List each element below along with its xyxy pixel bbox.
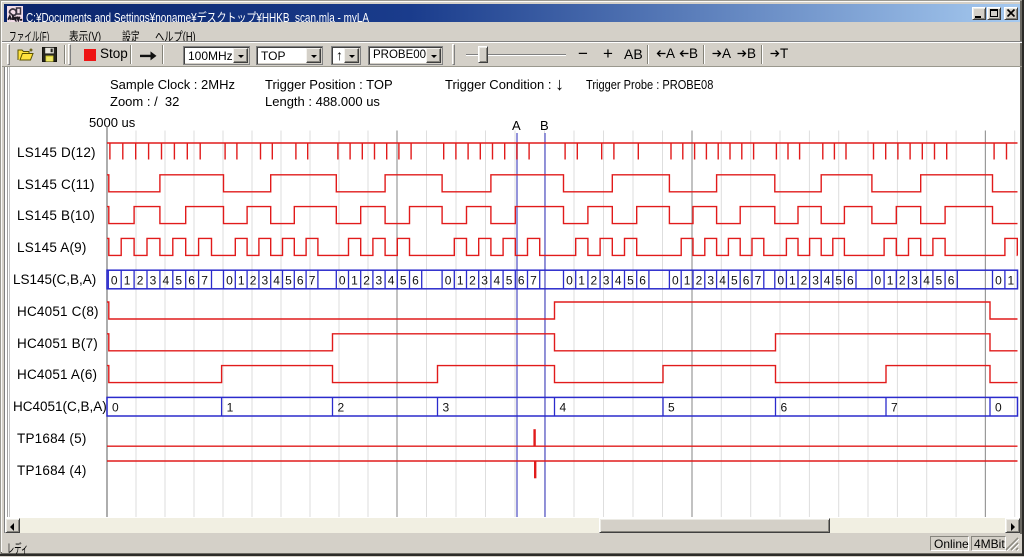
svg-text:5: 5: [835, 273, 842, 287]
svg-text:4: 4: [615, 273, 622, 287]
svg-text:2: 2: [469, 273, 476, 287]
svg-text:0: 0: [672, 273, 679, 287]
svg-text:6: 6: [297, 273, 304, 287]
svg-text:5: 5: [175, 273, 182, 287]
svg-text:2: 2: [591, 273, 598, 287]
svg-text:4: 4: [923, 273, 930, 287]
svg-text:0: 0: [995, 273, 1002, 287]
svg-text:3: 3: [443, 401, 450, 415]
svg-text:1: 1: [457, 273, 464, 287]
svg-text:3: 3: [376, 273, 383, 287]
svg-text:4: 4: [163, 273, 170, 287]
svg-text:7: 7: [755, 273, 762, 287]
svg-text:3: 3: [481, 273, 488, 287]
svg-text:1: 1: [789, 273, 796, 287]
svg-text:4: 4: [560, 401, 567, 415]
svg-text:4: 4: [824, 273, 831, 287]
svg-text:6: 6: [847, 273, 854, 287]
svg-text:3: 3: [150, 273, 157, 287]
svg-text:7: 7: [530, 273, 537, 287]
svg-text:5: 5: [506, 273, 513, 287]
svg-text:3: 3: [603, 273, 610, 287]
svg-text:3: 3: [262, 273, 269, 287]
svg-text:6: 6: [518, 273, 525, 287]
svg-text:5: 5: [936, 273, 943, 287]
svg-text:0: 0: [339, 273, 346, 287]
svg-text:6: 6: [948, 273, 955, 287]
svg-text:5: 5: [627, 273, 634, 287]
svg-text:3: 3: [707, 273, 714, 287]
svg-text:2: 2: [801, 273, 808, 287]
svg-text:1: 1: [578, 273, 585, 287]
svg-text:2: 2: [338, 401, 345, 415]
svg-text:2: 2: [363, 273, 370, 287]
svg-text:6: 6: [743, 273, 750, 287]
svg-text:1: 1: [351, 273, 358, 287]
svg-text:1: 1: [124, 273, 131, 287]
svg-text:5: 5: [285, 273, 292, 287]
svg-text:1: 1: [887, 273, 894, 287]
svg-text:0: 0: [111, 273, 118, 287]
svg-text:5: 5: [731, 273, 738, 287]
svg-text:2: 2: [696, 273, 703, 287]
svg-text:1: 1: [227, 401, 234, 415]
svg-text:2: 2: [899, 273, 906, 287]
svg-text:7: 7: [891, 401, 898, 415]
svg-text:0: 0: [445, 273, 452, 287]
svg-text:1: 1: [684, 273, 691, 287]
svg-text:2: 2: [137, 273, 144, 287]
svg-text:3: 3: [911, 273, 918, 287]
svg-text:7: 7: [309, 273, 316, 287]
svg-text:6: 6: [639, 273, 646, 287]
svg-text:4: 4: [494, 273, 501, 287]
svg-text:0: 0: [226, 273, 233, 287]
svg-text:0: 0: [112, 401, 119, 415]
svg-text:7: 7: [201, 273, 208, 287]
svg-text:4: 4: [273, 273, 280, 287]
svg-text:4: 4: [388, 273, 395, 287]
svg-text:0: 0: [777, 273, 784, 287]
svg-text:5: 5: [668, 401, 675, 415]
svg-text:4: 4: [719, 273, 726, 287]
svg-text:2: 2: [250, 273, 257, 287]
svg-text:0: 0: [566, 273, 573, 287]
svg-text:6: 6: [781, 401, 788, 415]
svg-text:0: 0: [875, 273, 882, 287]
svg-text:6: 6: [188, 273, 195, 287]
svg-text:0: 0: [995, 401, 1002, 415]
svg-text:1: 1: [238, 273, 245, 287]
svg-text:3: 3: [812, 273, 819, 287]
svg-text:6: 6: [412, 273, 419, 287]
svg-text:1: 1: [1008, 273, 1015, 287]
svg-text:5: 5: [400, 273, 407, 287]
